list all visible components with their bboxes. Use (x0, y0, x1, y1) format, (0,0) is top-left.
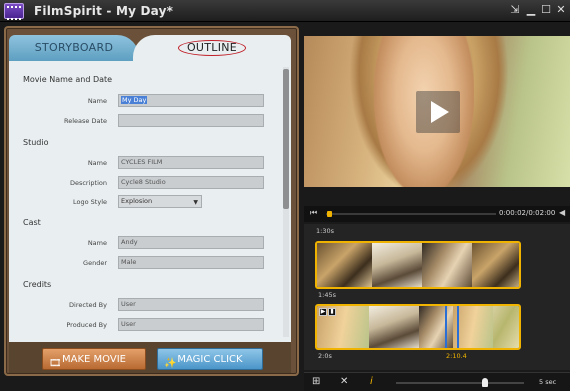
window-title: FilmSpirit - My Day* (34, 4, 174, 18)
seek-bar-knob[interactable] (327, 211, 333, 217)
produced-by-label: Produced By (66, 321, 107, 329)
action-bar: 🎞 MAKE MOVIE ✨ MAGIC CLICK (9, 342, 291, 373)
play-icon[interactable] (416, 91, 460, 133)
restore-down-arrow-icon[interactable]: ⇲ (508, 3, 522, 17)
clip-thumbnail (472, 243, 519, 287)
title-bar: FilmSpirit - My Day* ⇲ ▁ ☐ ✕ (0, 0, 570, 22)
delete-icon[interactable]: ✕ (340, 376, 348, 387)
description-label: Description (69, 179, 107, 187)
filmspirit-app-icon[interactable] (4, 3, 24, 20)
timeline-toolbar: ⊞ ✕ i 5 sec (304, 372, 570, 391)
magic-wand-icon: ✨ (164, 358, 177, 369)
clip-thumbnail (369, 306, 419, 348)
release-date-field[interactable] (118, 114, 264, 127)
produced-by-field[interactable]: User (118, 318, 264, 331)
video-preview[interactable] (304, 36, 570, 187)
seek-bar[interactable] (326, 211, 496, 217)
zoom-level: 5 sec (539, 378, 557, 386)
zoom-slider[interactable] (396, 378, 524, 387)
clip-thumbnail (493, 306, 519, 348)
panel-tabs: STORYBOARD OUTLINE (9, 35, 291, 61)
timeline-clip-selected[interactable]: ▶ ▮ (315, 304, 521, 350)
form-scrollbar-thumb[interactable] (283, 69, 289, 209)
clip-settings-icon[interactable]: ▮ (328, 308, 336, 316)
movie-name-field[interactable]: My Day (118, 94, 264, 107)
logo-style-value: Explosion (121, 197, 153, 205)
play-clip-icon[interactable]: ▶ (319, 308, 327, 316)
make-movie-label: MAKE MOVIE (62, 354, 126, 365)
timeline-time-label: 1:30s (316, 227, 334, 235)
skip-to-start-icon[interactable]: ⏮ (310, 208, 317, 218)
minimize-button[interactable]: ▁ (524, 3, 538, 17)
name-label: Name (87, 97, 107, 105)
section-credits: Credits (23, 280, 52, 289)
tab-outline[interactable]: OUTLINE (133, 35, 291, 61)
release-date-label: Release Date (64, 117, 107, 125)
timeline: 1:30s 1:45s ▶ ▮ 2:0s 2:10.4 (304, 224, 570, 370)
cast-name-label: Name (87, 239, 107, 247)
info-icon[interactable]: i (370, 376, 373, 387)
studio-name-field[interactable]: CYCLES FILM (118, 156, 264, 169)
zoom-slider-knob[interactable] (482, 378, 488, 387)
gender-field[interactable]: Male (118, 256, 264, 269)
section-cast: Cast (23, 218, 41, 227)
tab-outline-label: OUTLINE (177, 40, 247, 56)
outline-form: Movie Name and Date Name My Day Release … (9, 61, 291, 342)
volume-icon[interactable]: ◀ (559, 208, 565, 217)
studio-name-label: Name (87, 159, 107, 167)
make-movie-button[interactable]: 🎞 MAKE MOVIE (42, 348, 146, 370)
tab-storyboard[interactable]: STORYBOARD (9, 35, 139, 61)
magic-click-button[interactable]: ✨ MAGIC CLICK (157, 348, 263, 370)
clip-icons: ▶ ▮ (319, 308, 337, 316)
player-transport: ⏮ 0:00:02/0:02:00 ◀ (304, 206, 570, 222)
cast-name-field[interactable]: Andy (118, 236, 264, 249)
playhead-selection[interactable] (445, 306, 459, 348)
timeline-time-label: 2:0s (318, 352, 332, 360)
timeline-clip[interactable] (315, 241, 521, 289)
clip-thumbnail (453, 306, 493, 348)
clip-thumbnail (317, 243, 372, 287)
film-strip-icon: 🎞 (49, 358, 62, 369)
gender-label: Gender (83, 259, 107, 267)
storyboard-view-icon[interactable]: ⊞ (312, 376, 320, 387)
directed-by-label: Directed By (69, 301, 107, 309)
form-scrollbar[interactable] (283, 67, 289, 337)
section-movie-name-date: Movie Name and Date (23, 75, 113, 84)
maximize-button[interactable]: ☐ (539, 3, 553, 17)
chevron-down-icon: ▼ (193, 199, 198, 206)
timeline-time-label: 1:45s (318, 291, 336, 299)
playback-time: 0:00:02/0:02:00 (499, 209, 556, 217)
clip-thumbnail (372, 243, 422, 287)
playhead-time-label: 2:10.4 (446, 352, 467, 360)
clip-thumbnail (422, 243, 472, 287)
magic-click-label: MAGIC CLICK (177, 354, 243, 365)
logo-style-label: Logo Style (73, 198, 107, 206)
close-button[interactable]: ✕ (554, 3, 568, 17)
directed-by-field[interactable]: User (118, 298, 264, 311)
movie-name-value: My Day (121, 96, 148, 104)
logo-style-select[interactable]: Explosion ▼ (118, 195, 202, 208)
description-field[interactable]: Cycle8 Studio (118, 176, 264, 189)
section-studio: Studio (23, 138, 49, 147)
